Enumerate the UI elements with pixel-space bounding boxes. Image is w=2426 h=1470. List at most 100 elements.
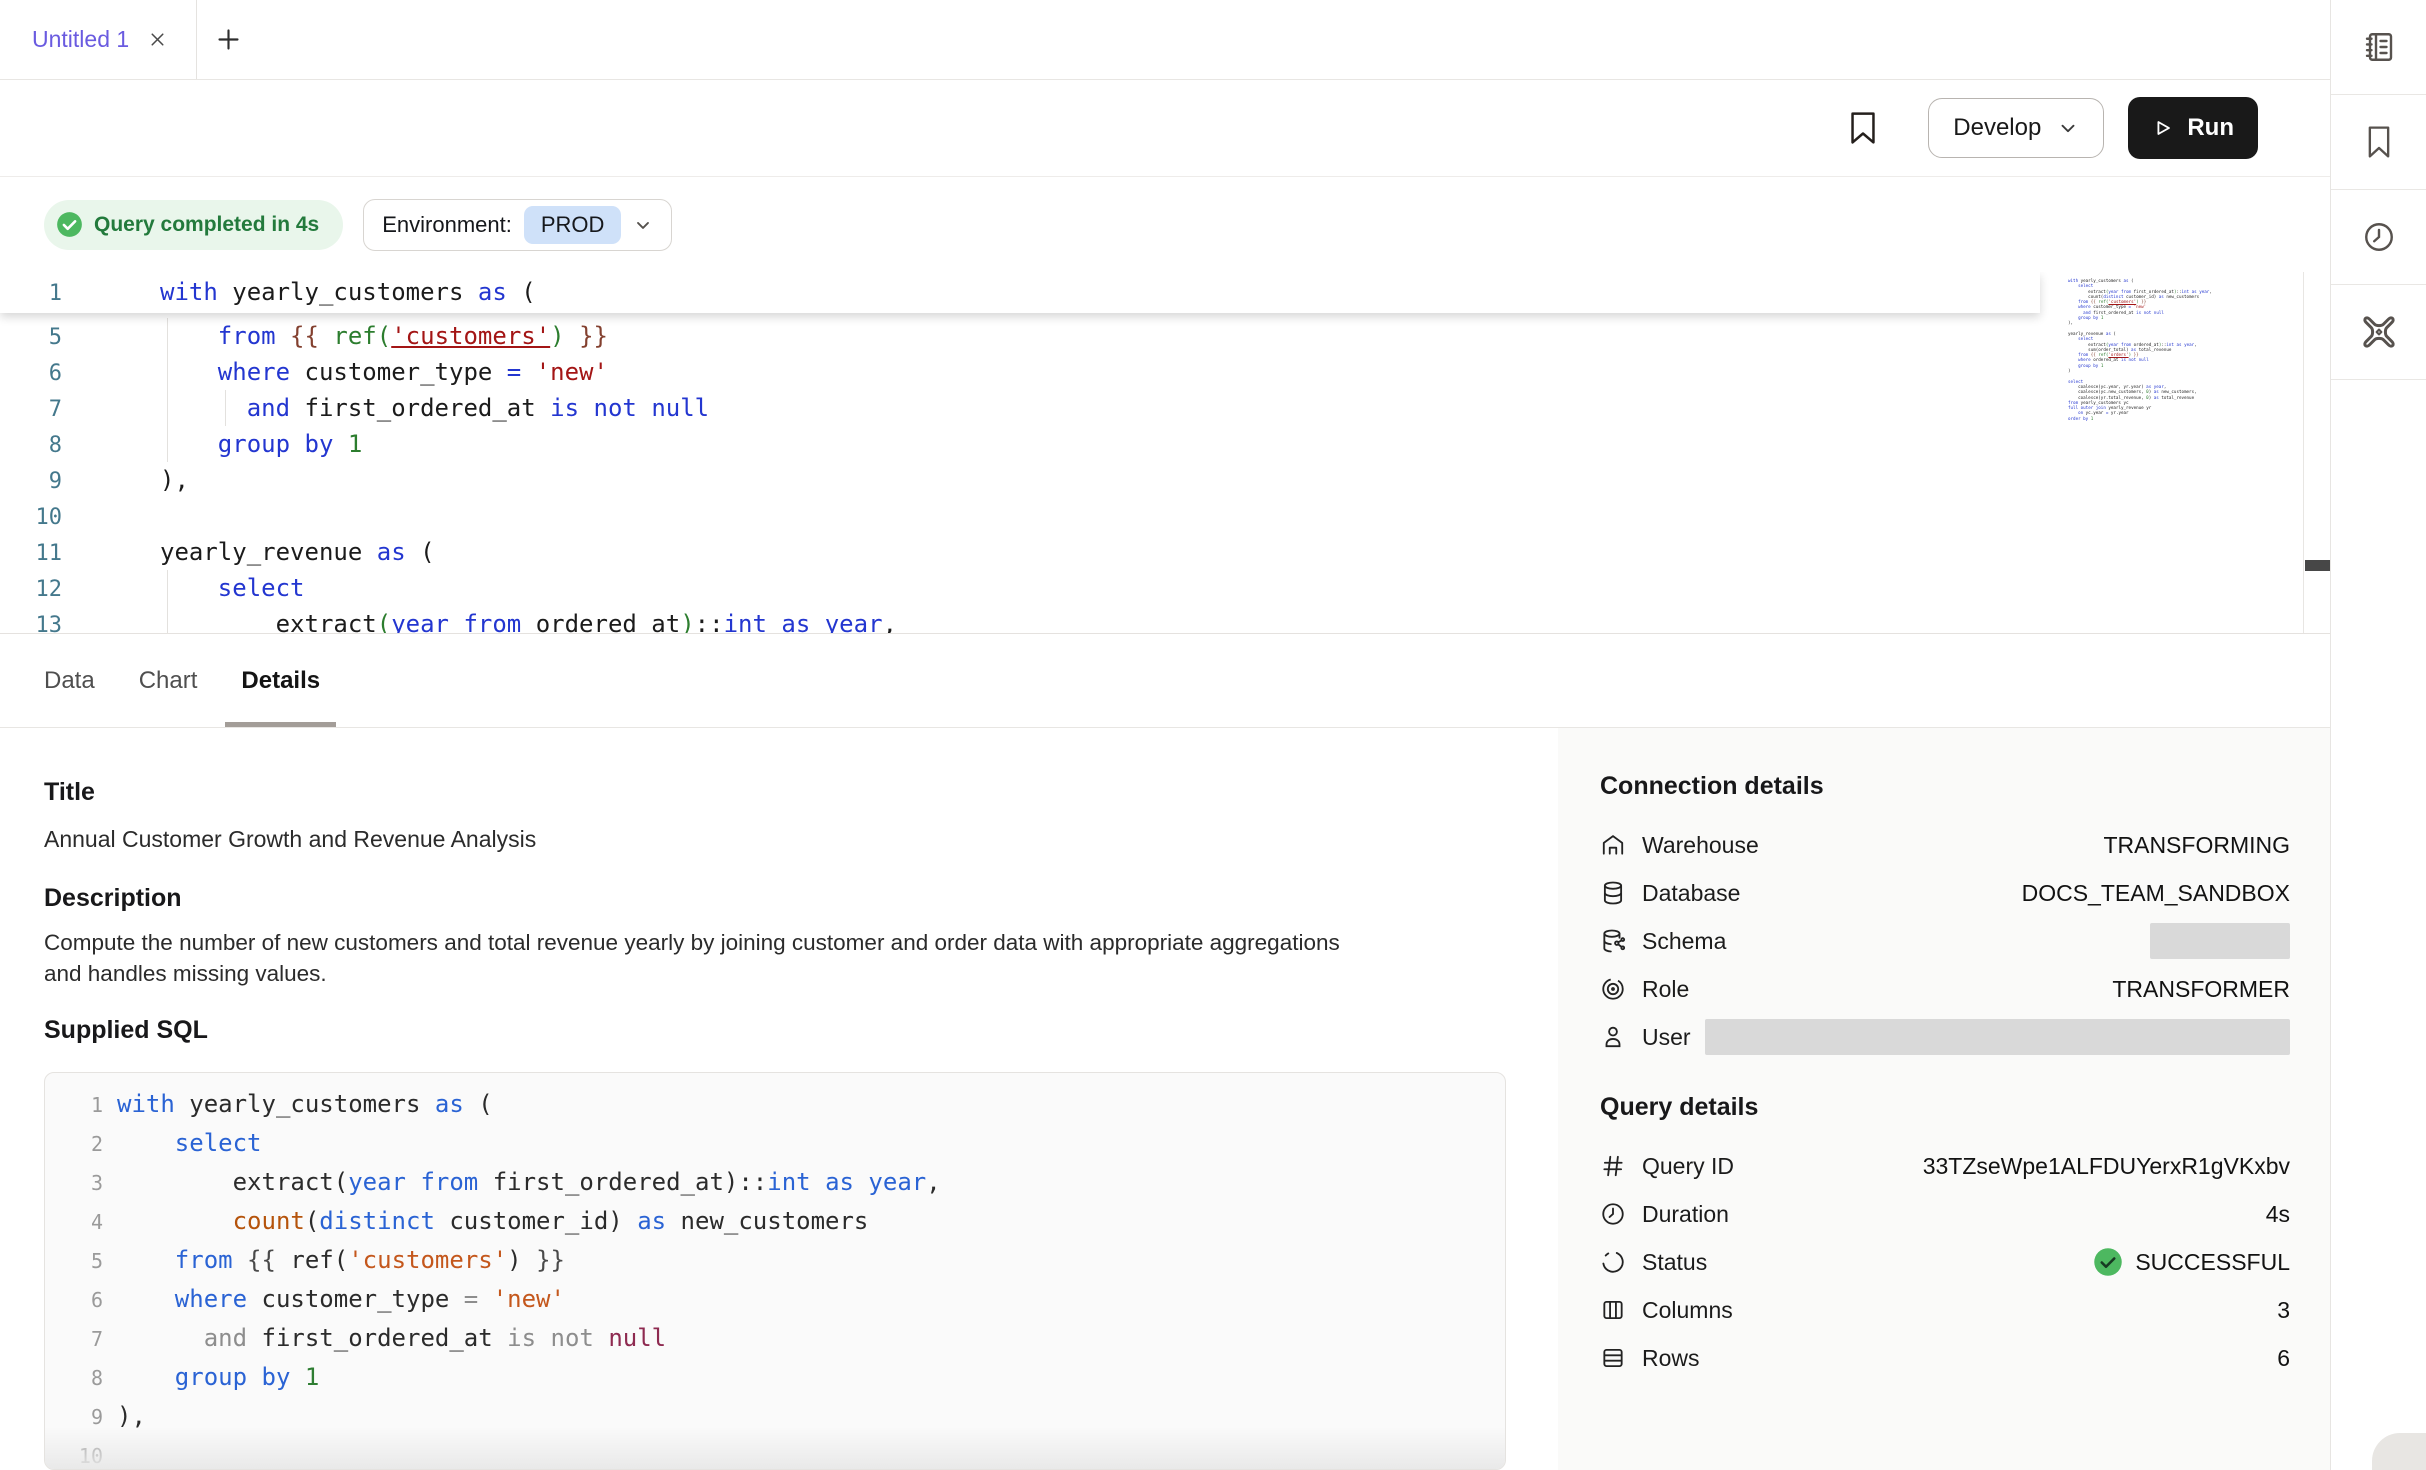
code-line: 1with yearly_customers as ( xyxy=(61,1085,1505,1124)
rows-icon xyxy=(1600,1345,1627,1371)
supplied-sql-heading: Supplied SQL xyxy=(44,1016,208,1045)
line-number: 2 xyxy=(61,1125,117,1164)
check-circle-icon xyxy=(56,211,83,238)
results-tab-bar: Data Chart Details xyxy=(0,634,2330,728)
code-line[interactable]: 8 group by 1 xyxy=(0,426,2190,462)
warehouse-icon xyxy=(1600,832,1627,858)
detail-label: Schema xyxy=(1642,928,1726,955)
query-summary-panel: Connection details WarehouseTRANSFORMING… xyxy=(1558,728,2330,1470)
query-status-text: Query completed in 4s xyxy=(94,213,319,237)
detail-label: Role xyxy=(1642,976,1689,1003)
line-number: 5 xyxy=(61,1242,117,1281)
line-number: 1 xyxy=(0,276,160,312)
lineage-panel-button[interactable] xyxy=(2331,285,2426,380)
details-panel: Title Annual Customer Growth and Revenue… xyxy=(0,728,2330,1470)
line-number: 10 xyxy=(0,500,160,536)
tab-label: Untitled 1 xyxy=(32,26,129,53)
detail-label: Columns xyxy=(1642,1297,1733,1324)
line-number: 8 xyxy=(0,428,160,464)
line-number: 5 xyxy=(0,320,160,356)
code-line: 7 and first_ordered_at is not null xyxy=(61,1319,1505,1358)
new-tab-button[interactable] xyxy=(197,0,259,79)
right-icon-sidebar xyxy=(2330,0,2426,1470)
results-tab-details[interactable]: Details xyxy=(241,634,320,727)
detail-value xyxy=(2150,923,2290,959)
detail-value: SUCCESSFUL xyxy=(2093,1247,2290,1277)
close-tab-icon[interactable] xyxy=(147,29,168,50)
code-line[interactable]: 7 and first_ordered_at is not null xyxy=(0,390,2190,426)
detail-row: Rows6 xyxy=(1600,1334,2290,1382)
detail-value: TRANSFORMER xyxy=(2112,976,2290,1003)
detail-row: Role TRANSFORMER xyxy=(1600,965,2290,1013)
plus-icon xyxy=(215,26,242,53)
clock-icon xyxy=(2362,220,2396,254)
code-line[interactable]: 1with yearly_customers as ( xyxy=(0,274,2040,310)
environment-selector[interactable]: Environment: PROD xyxy=(363,199,672,251)
editor-scrollbar-thumb[interactable] xyxy=(2305,560,2330,571)
query-details-heading: Query details xyxy=(1600,1093,2290,1122)
line-number: 7 xyxy=(61,1320,117,1359)
develop-label: Develop xyxy=(1953,114,2041,142)
hash-icon xyxy=(1600,1153,1627,1179)
bookmarks-panel-button[interactable] xyxy=(2331,95,2426,190)
indent-guide xyxy=(167,426,168,462)
sql-editor[interactable]: 5 from {{ ref('customers') }}6 where cus… xyxy=(0,272,2330,634)
results-tab-chart[interactable]: Chart xyxy=(139,634,198,727)
bookmark-icon xyxy=(2364,125,2394,159)
code-line[interactable]: 6 where customer_type = 'new' xyxy=(0,354,2190,390)
detail-label: Database xyxy=(1642,880,1740,907)
line-number: 3 xyxy=(61,1164,117,1203)
bookmark-button[interactable] xyxy=(1848,111,1878,145)
code-line: order by 1 xyxy=(2068,416,2268,421)
detail-label: Duration xyxy=(1642,1201,1729,1228)
line-number: 8 xyxy=(61,1359,117,1398)
code-line[interactable]: 9), xyxy=(0,462,2190,498)
history-panel-button[interactable] xyxy=(2331,190,2426,285)
line-number: 11 xyxy=(0,536,160,572)
query-status-badge: Query completed in 4s xyxy=(44,200,343,250)
line-number: 9 xyxy=(61,1398,117,1437)
line-number: 10 xyxy=(61,1437,117,1470)
code-line[interactable]: 5 from {{ ref('customers') }} xyxy=(0,318,2190,354)
detail-value: 6 xyxy=(2277,1345,2290,1372)
schema-icon xyxy=(1600,928,1627,954)
code-line: 9), xyxy=(61,1397,1505,1436)
clock-icon xyxy=(1600,1201,1627,1227)
indent-guide xyxy=(167,570,168,606)
detail-label: Warehouse xyxy=(1642,832,1759,859)
code-line: 4 count(distinct customer_id) as new_cus… xyxy=(61,1202,1505,1241)
detail-row: WarehouseTRANSFORMING xyxy=(1600,821,2290,869)
lineage-icon xyxy=(2359,312,2399,352)
editor-scrollbar[interactable] xyxy=(2303,272,2330,633)
code-line[interactable]: 11yearly_revenue as ( xyxy=(0,534,2190,570)
success-check-icon xyxy=(2093,1247,2123,1277)
detail-row: StatusSUCCESSFUL xyxy=(1600,1238,2290,1286)
editor-sticky-line: 1with yearly_customers as ( xyxy=(0,272,2040,313)
description-heading: Description xyxy=(44,884,182,913)
code-line[interactable]: 12 select xyxy=(0,570,2190,606)
code-line: 3 extract(year from first_ordered_at)::i… xyxy=(61,1163,1505,1202)
detail-label: User xyxy=(1642,1024,1691,1051)
window-corner xyxy=(2372,1433,2426,1470)
tab-untitled-1[interactable]: Untitled 1 xyxy=(0,0,196,79)
develop-dropdown[interactable]: Develop xyxy=(1928,98,2104,158)
line-number: 4 xyxy=(61,1203,117,1242)
notebook-panel-button[interactable] xyxy=(2331,0,2426,95)
toolbar: Develop Run xyxy=(0,80,2330,177)
editor-minimap[interactable]: with yearly_customers as ( select extrac… xyxy=(2068,278,2268,421)
chevron-down-icon xyxy=(2057,117,2079,139)
code-line[interactable]: 10 xyxy=(0,498,2190,534)
line-number: 6 xyxy=(61,1281,117,1320)
code-line: 10 xyxy=(61,1436,1505,1470)
title-value: Annual Customer Growth and Revenue Analy… xyxy=(44,826,536,853)
line-number: 13 xyxy=(0,608,160,634)
run-button[interactable]: Run xyxy=(2128,97,2258,159)
line-number: 1 xyxy=(61,1086,117,1125)
code-line[interactable]: 13 extract(year from ordered_at)::int as… xyxy=(0,606,2190,634)
detail-row: User xyxy=(1600,1013,2290,1061)
line-number: 12 xyxy=(0,572,160,608)
environment-value-badge: PROD xyxy=(524,206,622,244)
notebook-icon xyxy=(2361,29,2397,65)
results-tab-data[interactable]: Data xyxy=(44,634,95,727)
indent-guide xyxy=(167,318,168,354)
